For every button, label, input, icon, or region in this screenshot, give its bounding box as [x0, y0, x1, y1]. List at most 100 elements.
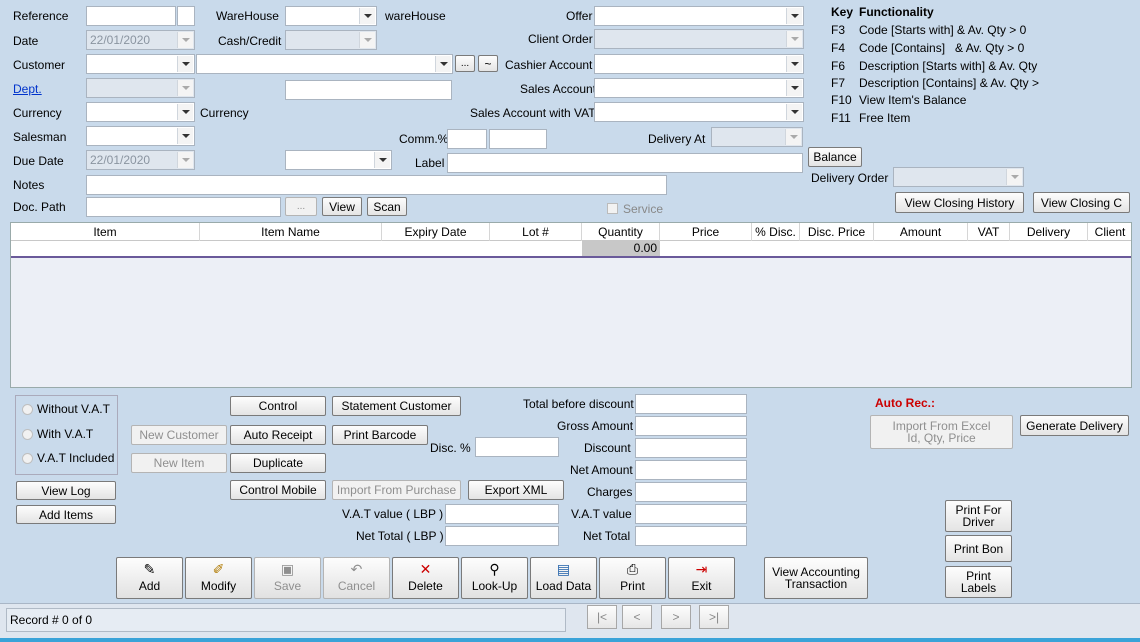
delete-button[interactable]: ✕ Delete — [392, 557, 459, 599]
dept-link[interactable]: Dept. — [13, 82, 42, 96]
gross-amount-input[interactable] — [635, 416, 747, 436]
first-record-button[interactable]: |< — [587, 605, 617, 629]
key-f10: F10 — [831, 93, 852, 107]
row-quantity-cell[interactable]: 0.00 — [582, 241, 660, 256]
comm-percent-input[interactable] — [447, 129, 487, 149]
print-button[interactable]: ⎙ Print — [599, 557, 666, 599]
col-lot[interactable]: Lot # — [490, 223, 582, 241]
col-quantity[interactable]: Quantity — [582, 223, 660, 241]
new-customer-button[interactable]: New Customer — [131, 425, 227, 445]
warehouse-dropdown[interactable] — [285, 6, 377, 26]
currency-dropdown[interactable] — [86, 102, 195, 122]
view-closing-c-button[interactable]: View Closing C — [1033, 192, 1130, 213]
prev-record-button[interactable]: < — [622, 605, 652, 629]
view-button[interactable]: View — [322, 197, 362, 216]
delivery-at-dropdown[interactable] — [711, 127, 803, 147]
exit-button[interactable]: ⇥ Exit — [668, 557, 735, 599]
print-barcode-button[interactable]: Print Barcode — [332, 425, 428, 445]
notes-label: Notes — [13, 178, 45, 192]
service-checkbox[interactable] — [607, 203, 618, 214]
customer-tilde-button[interactable]: ~ — [478, 55, 498, 72]
total-before-discount-input[interactable] — [635, 394, 747, 414]
print-labels-button[interactable]: Print Labels — [945, 566, 1012, 598]
dept-text-input[interactable] — [285, 80, 452, 100]
view-log-button[interactable]: View Log — [16, 481, 116, 500]
net-total-label: Net Total — [583, 529, 631, 543]
view-accounting-transaction-button[interactable]: View Accounting Transaction — [764, 557, 868, 599]
col-amount[interactable]: Amount — [874, 223, 968, 241]
import-from-purchase-button[interactable]: Import From Purchase — [332, 480, 461, 500]
last-record-button[interactable]: >| — [699, 605, 729, 629]
print-for-driver-button[interactable]: Print For Driver — [945, 500, 1012, 532]
total-before-discount-label: Total before discount — [523, 397, 634, 411]
balance-button[interactable]: Balance — [808, 147, 862, 167]
new-item-button[interactable]: New Item — [131, 453, 227, 473]
col-client[interactable]: Client — [1088, 223, 1132, 241]
col-disc-price[interactable]: Disc. Price — [800, 223, 874, 241]
items-grid[interactable]: Item Item Name Expiry Date Lot # Quantit… — [10, 222, 1132, 388]
add-items-button[interactable]: Add Items — [16, 505, 116, 524]
net-amount-input[interactable] — [635, 460, 747, 480]
label-input[interactable] — [447, 153, 803, 173]
table-row[interactable]: 0.00 — [11, 241, 1131, 258]
cashier-account-dropdown[interactable] — [594, 54, 804, 74]
salesman-dropdown[interactable] — [86, 126, 195, 146]
col-item[interactable]: Item — [11, 223, 200, 241]
sales-account-dropdown[interactable] — [594, 78, 804, 98]
sales-account-vat-dropdown[interactable] — [594, 102, 804, 122]
auto-receipt-button[interactable]: Auto Receipt — [230, 425, 326, 445]
net-total-lbp-input[interactable] — [445, 526, 559, 546]
col-price[interactable]: Price — [660, 223, 752, 241]
due-date-picker[interactable]: 22/01/2020 — [86, 150, 195, 170]
view-closing-history-button[interactable]: View Closing History — [895, 192, 1024, 213]
without-vat-radio[interactable]: Without V.A.T — [22, 402, 110, 416]
doc-path-input[interactable] — [86, 197, 281, 217]
disc-percent-input[interactable] — [475, 437, 559, 457]
reference-suffix-input[interactable] — [177, 6, 195, 26]
next-record-button[interactable]: > — [661, 605, 691, 629]
load-data-button[interactable]: ▤ Load Data — [530, 557, 597, 599]
offer-dropdown[interactable] — [594, 6, 804, 26]
client-order-dropdown[interactable] — [594, 29, 804, 49]
save-button[interactable]: ▣ Save — [254, 557, 321, 599]
statement-customer-button[interactable]: Statement Customer — [332, 396, 461, 416]
customer-browse-button[interactable]: ... — [455, 55, 475, 72]
col-expiry-date[interactable]: Expiry Date — [382, 223, 490, 241]
col-item-name[interactable]: Item Name — [200, 223, 382, 241]
net-total-input[interactable] — [635, 526, 747, 546]
import-from-excel-button[interactable]: Import From Excel Id, Qty, Price — [870, 415, 1013, 449]
dept-dropdown[interactable] — [86, 78, 195, 98]
control-button[interactable]: Control — [230, 396, 326, 416]
modify-button[interactable]: ✐ Modify — [185, 557, 252, 599]
export-xml-button[interactable]: Export XML — [468, 480, 564, 500]
reference-input[interactable] — [86, 6, 176, 26]
window-bottom-border — [0, 638, 1140, 642]
control-mobile-button[interactable]: Control Mobile — [230, 480, 326, 500]
vat-value-input[interactable] — [635, 504, 747, 524]
vat-value-lbp-input[interactable] — [445, 504, 559, 524]
generate-delivery-button[interactable]: Generate Delivery — [1020, 415, 1129, 436]
discount-input[interactable] — [635, 438, 747, 458]
delivery-order-dropdown[interactable] — [893, 167, 1024, 187]
lookup-button[interactable]: ⚲ Look-Up — [461, 557, 528, 599]
date-picker[interactable]: 22/01/2020 — [86, 30, 195, 50]
comm-label: Comm.% — [399, 132, 449, 146]
add-button[interactable]: ✎ Add — [116, 557, 183, 599]
col-vat[interactable]: VAT — [968, 223, 1010, 241]
comm-value-input[interactable] — [489, 129, 547, 149]
vat-included-radio[interactable]: V.A.T Included — [22, 451, 114, 465]
print-bon-button[interactable]: Print Bon — [945, 535, 1012, 562]
cash-credit-dropdown[interactable] — [285, 30, 377, 50]
customer-code-dropdown[interactable] — [86, 54, 195, 74]
notes-input[interactable] — [86, 175, 667, 195]
cancel-button[interactable]: ↶ Cancel — [323, 557, 390, 599]
doc-path-browse-button[interactable]: ... — [285, 197, 317, 216]
customer-name-dropdown[interactable] — [196, 54, 453, 74]
col-delivery[interactable]: Delivery — [1010, 223, 1088, 241]
with-vat-radio[interactable]: With V.A.T — [22, 427, 93, 441]
charges-input[interactable] — [635, 482, 747, 502]
scan-button[interactable]: Scan — [367, 197, 407, 216]
duplicate-button[interactable]: Duplicate — [230, 453, 326, 473]
due-date-term-dropdown[interactable] — [285, 150, 392, 170]
col-disc-percent[interactable]: % Disc. — [752, 223, 800, 241]
